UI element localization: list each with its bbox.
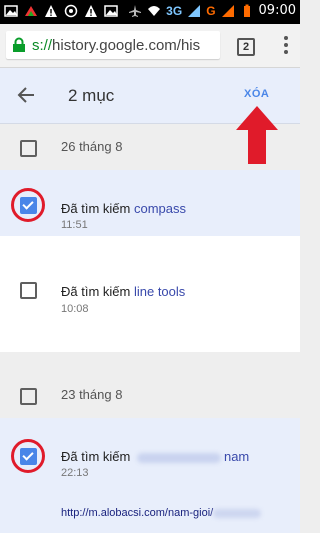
notification-icons [4,4,118,18]
wifi-icon [148,5,161,16]
entry-query: nam [223,449,250,464]
history-entry[interactable]: Đã tìm kiếm compass 11:51 [0,170,300,236]
image-icon-2 [104,5,118,17]
network-g-label: G [206,3,216,18]
date-header: 23 tháng 8 [0,372,300,418]
app-icon [25,6,37,16]
airplane-mode-icon [129,4,142,17]
status-bar: 3G G 09:00 [0,0,300,24]
warning-icon [45,5,57,17]
annotation-arrow-icon [236,106,278,164]
entry-prefix: Đã tìm kiếm [61,284,134,299]
overflow-menu-icon[interactable] [284,36,288,57]
history-entry[interactable]: Đã tìm kiếm line tools 10:08 [0,236,300,352]
annotation-circle [11,188,45,222]
system-icons: 3G G 09:00 [128,3,296,18]
history-entry[interactable]: Đã tìm kiếm nam 22:13 http://m.alobacsi.… [0,418,300,533]
signal-icon-2 [221,4,234,17]
tab-switcher-button[interactable]: 2 [237,38,255,56]
url-host-path: history.google.com/his [52,37,201,54]
entry-title: Đã tìm kiếm compass [61,201,186,216]
url-scheme: s:// [32,37,53,54]
entry-time: 11:51 [61,219,88,231]
entry-time: 10:08 [61,303,89,315]
entry-title: Đã tìm kiếm line tools [61,284,185,299]
lock-icon [13,37,25,52]
signal-icon [188,4,201,17]
settings-icon [64,4,78,18]
entry-query: compass [133,201,186,216]
back-arrow-icon[interactable] [16,85,36,105]
browser-toolbar: s://history.google.com/his 2 [0,24,300,68]
entry-url[interactable]: http://m.alobacsi.com/nam-gioi/ [61,507,262,519]
redacted-query [136,452,221,463]
selection-count: 2 mục [68,86,115,105]
network-3g-label: 3G [166,3,183,18]
entry-prefix: Đã tìm kiếm [61,449,134,464]
redacted-url [213,508,262,518]
entry-checkbox[interactable] [20,282,37,299]
image-icon [4,5,18,17]
entry-time: 22:13 [61,467,89,479]
url-field[interactable]: s://history.google.com/his [6,31,220,59]
delete-button[interactable]: XÓA [244,88,269,100]
entry-url-text: http://m.alobacsi.com/nam-gioi/ [61,507,214,519]
date-label: 26 tháng 8 [61,139,123,154]
entry-query: line tools [133,284,186,299]
battery-icon [243,4,250,17]
entry-prefix: Đã tìm kiếm [61,201,134,216]
entry-title: Đã tìm kiếm nam [61,449,249,464]
url-text: s://history.google.com/his [32,37,200,54]
clock: 09:00 [258,3,296,18]
date-label: 23 tháng 8 [61,387,123,402]
date-checkbox[interactable] [20,388,37,405]
warning-icon-2 [85,5,97,17]
date-checkbox[interactable] [20,140,37,157]
annotation-circle [11,439,45,473]
